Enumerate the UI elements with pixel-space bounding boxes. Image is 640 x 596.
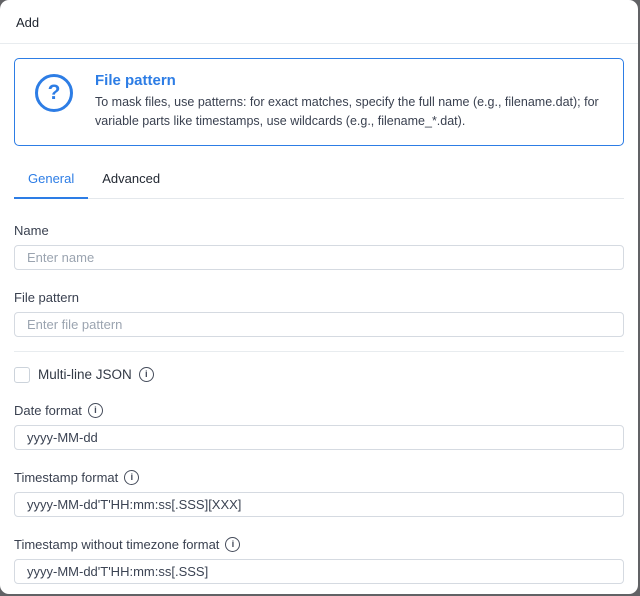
file-pattern-label: File pattern <box>14 289 80 305</box>
info-box-title: File pattern <box>95 72 176 89</box>
name-label: Name <box>14 222 49 238</box>
multiline-json-label-text: Multi-line JSON <box>38 367 132 383</box>
tab-bar: General Advanced <box>14 165 624 199</box>
timestamp-format-label-text: Timestamp format <box>14 469 119 485</box>
multiline-json-row: Multi-line JSON i <box>14 366 624 383</box>
info-icon[interactable]: i <box>225 536 241 552</box>
info-icon[interactable]: i <box>138 367 154 383</box>
timestamp-no-tz-field-group: Timestamp without timezone format i <box>14 536 624 584</box>
file-pattern-input[interactable] <box>14 311 624 337</box>
multiline-json-checkbox[interactable] <box>14 366 30 383</box>
timestamp-format-input[interactable] <box>14 491 624 517</box>
tab-general[interactable]: General <box>14 165 89 199</box>
timestamp-no-tz-label-text: Timestamp without timezone format <box>14 536 220 552</box>
file-pattern-field-group: File pattern <box>14 290 624 337</box>
dialog-header: Add <box>0 0 638 44</box>
info-icon[interactable]: i <box>87 402 103 418</box>
name-input[interactable] <box>14 244 624 270</box>
info-box-description: To mask files, use patterns: for exact m… <box>95 95 599 129</box>
file-pattern-info-box: ? File pattern To mask files, use patter… <box>14 58 624 146</box>
general-tab-panel: Name File pattern Multi-line JSON i Date… <box>14 199 624 584</box>
date-format-input[interactable] <box>14 424 624 450</box>
info-box-texts: File pattern To mask files, use patterns… <box>95 72 607 132</box>
timestamp-no-tz-input[interactable] <box>14 558 624 584</box>
date-format-label-text: Date format <box>14 402 82 418</box>
timestamp-no-tz-label: Timestamp without timezone format i <box>14 536 624 552</box>
date-format-label: Date format i <box>14 402 624 418</box>
name-field-group: Name <box>14 223 624 270</box>
timestamp-format-field-group: Timestamp format i <box>14 469 624 517</box>
multiline-json-label: Multi-line JSON i <box>38 367 154 383</box>
tab-advanced[interactable]: Advanced <box>88 165 174 198</box>
info-icon[interactable]: i <box>124 469 140 485</box>
question-circle-icon: ? <box>35 74 73 112</box>
dialog-title: Add <box>16 15 40 30</box>
dialog-content: ? File pattern To mask files, use patter… <box>0 44 638 594</box>
section-divider <box>14 350 624 352</box>
add-dialog: Add ? File pattern To mask files, use pa… <box>0 0 638 594</box>
date-format-field-group: Date format i <box>14 402 624 450</box>
timestamp-format-label: Timestamp format i <box>14 469 624 485</box>
